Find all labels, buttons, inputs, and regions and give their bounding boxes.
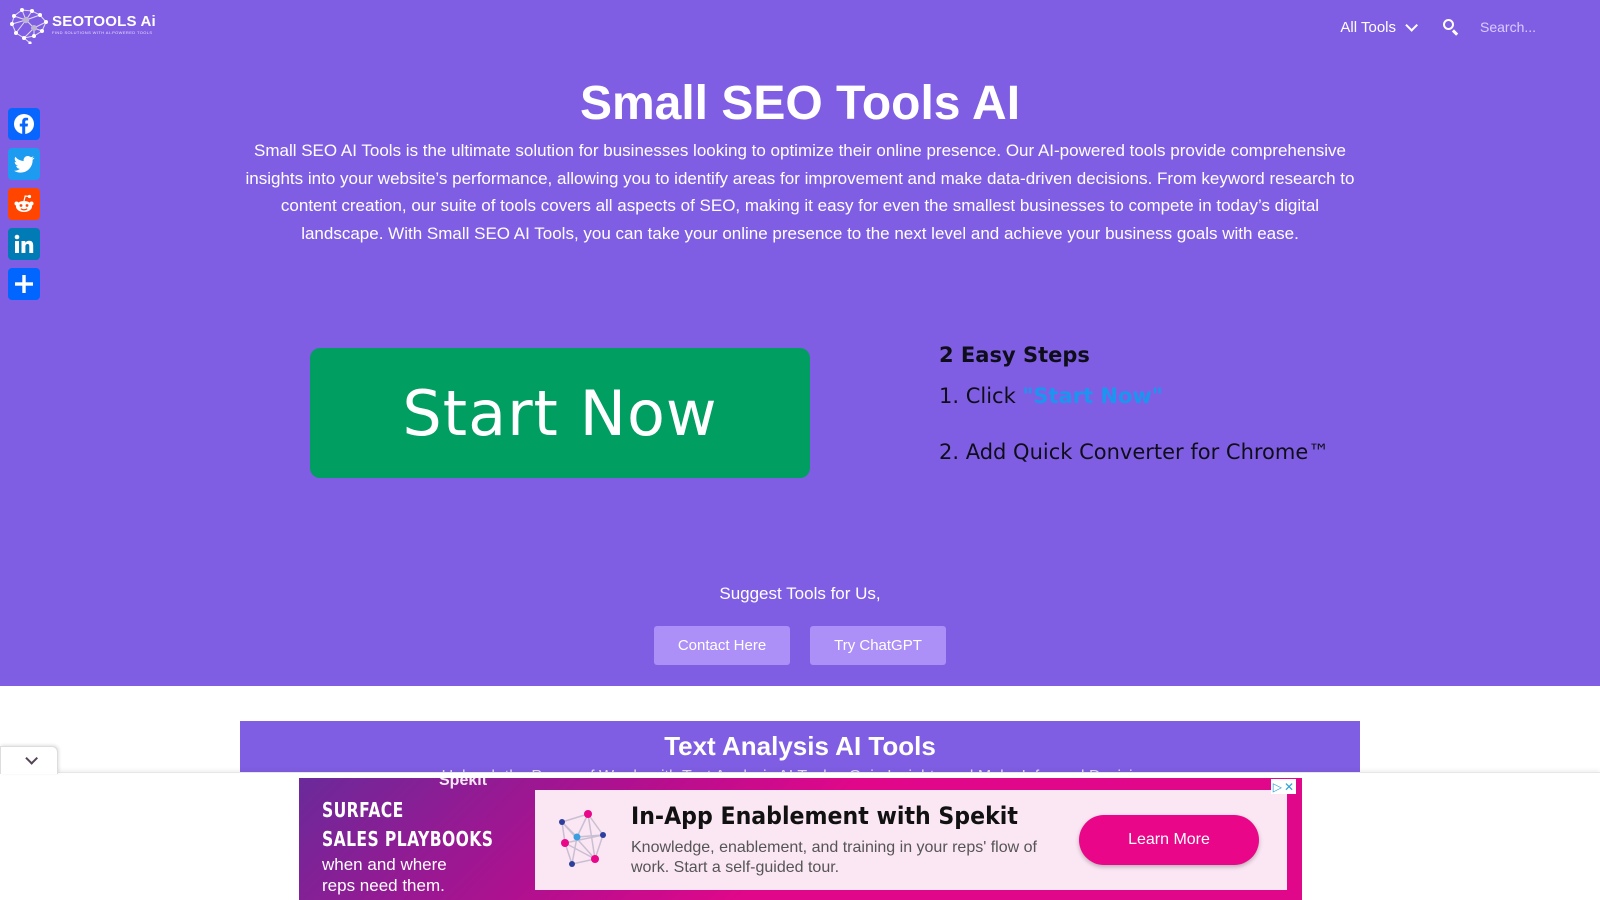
step-1: 1. Click "Start Now" (939, 384, 1329, 408)
twitter-icon (14, 155, 35, 173)
learn-more-button[interactable]: Learn More (1079, 815, 1259, 865)
contact-here-button[interactable]: Contact Here (654, 626, 790, 665)
page-title: Small SEO Tools AI (579, 77, 1021, 130)
ad-choices: ▷ ✕ (1270, 779, 1296, 794)
adchoices-icon[interactable]: ▷ (1273, 780, 1282, 794)
chevron-down-icon (24, 752, 38, 765)
twitter-share-button[interactable] (8, 148, 40, 180)
search-input[interactable] (1480, 19, 1570, 35)
ad-left-copy: SURFACE SALES PLAYBOOKS when and where r… (322, 796, 542, 896)
search-icon[interactable] (1442, 18, 1460, 36)
suggest-buttons: Contact Here Try ChatGPT (654, 626, 946, 665)
easy-steps: 2 Easy Steps 1. Click "Start Now" 2. Add… (939, 343, 1329, 464)
section-title: Text Analysis AI Tools (664, 731, 936, 761)
page-description: Small SEO AI Tools is the ultimate solut… (245, 141, 1355, 243)
reddit-icon (14, 194, 34, 212)
start-now-button[interactable]: Start Now (310, 348, 810, 478)
chevron-down-icon (1405, 18, 1418, 32)
ad-line-4: reps need them. (322, 876, 445, 895)
bottom-ad-bar: Spekit SURFACE SALES PLAYBOOKS when and … (0, 772, 1600, 900)
ad-line-2: SALES PLAYBOOKS (322, 827, 494, 851)
share-more-button[interactable] (8, 268, 40, 300)
close-ad-icon[interactable]: ✕ (1284, 780, 1294, 794)
step-1-prefix: 1. Click (939, 384, 1023, 408)
social-share-bar (8, 108, 40, 300)
step-2: 2. Add Quick Converter for Chrome™ (939, 440, 1330, 464)
ad-line-3: when and where (322, 855, 447, 874)
all-tools-dropdown[interactable]: All Tools (1340, 18, 1418, 36)
try-chatgpt-button[interactable]: Try ChatGPT (810, 626, 946, 665)
network-graph-icon (559, 810, 606, 867)
ad-banner[interactable]: Spekit SURFACE SALES PLAYBOOKS when and … (299, 778, 1302, 900)
collapse-ad-button[interactable] (0, 746, 58, 774)
plus-icon (15, 275, 33, 293)
top-nav: All Tools (1340, 18, 1570, 36)
start-now-link[interactable]: "Start Now" (1022, 384, 1162, 408)
ad-line-1: SURFACE (322, 798, 404, 822)
steps-title: 2 Easy Steps (939, 343, 1090, 367)
ad-headline: In-App Enablement with Spekit (631, 802, 1018, 830)
reddit-share-button[interactable] (8, 188, 40, 220)
logo-title: SEOTOOLS Ai (52, 13, 156, 30)
brain-network-icon (10, 8, 48, 44)
ad-card: In-App Enablement with Spekit Knowledge,… (535, 790, 1287, 890)
linkedin-share-button[interactable] (8, 228, 40, 260)
all-tools-label: All Tools (1340, 18, 1396, 36)
site-logo[interactable]: SEOTOOLS Ai FIND SOLUTIONS WITH AI-POWER… (8, 6, 156, 44)
linkedin-icon (14, 234, 34, 253)
hero-section: SEOTOOLS Ai FIND SOLUTIONS WITH AI-POWER… (0, 0, 1600, 686)
logo-tagline: FIND SOLUTIONS WITH AI-POWERED TOOLS (52, 30, 153, 35)
ad-brand: Spekit (439, 778, 488, 789)
suggest-text: Suggest Tools for Us, (719, 584, 881, 603)
ad-body: Knowledge, enablement, and training in y… (631, 839, 1037, 876)
